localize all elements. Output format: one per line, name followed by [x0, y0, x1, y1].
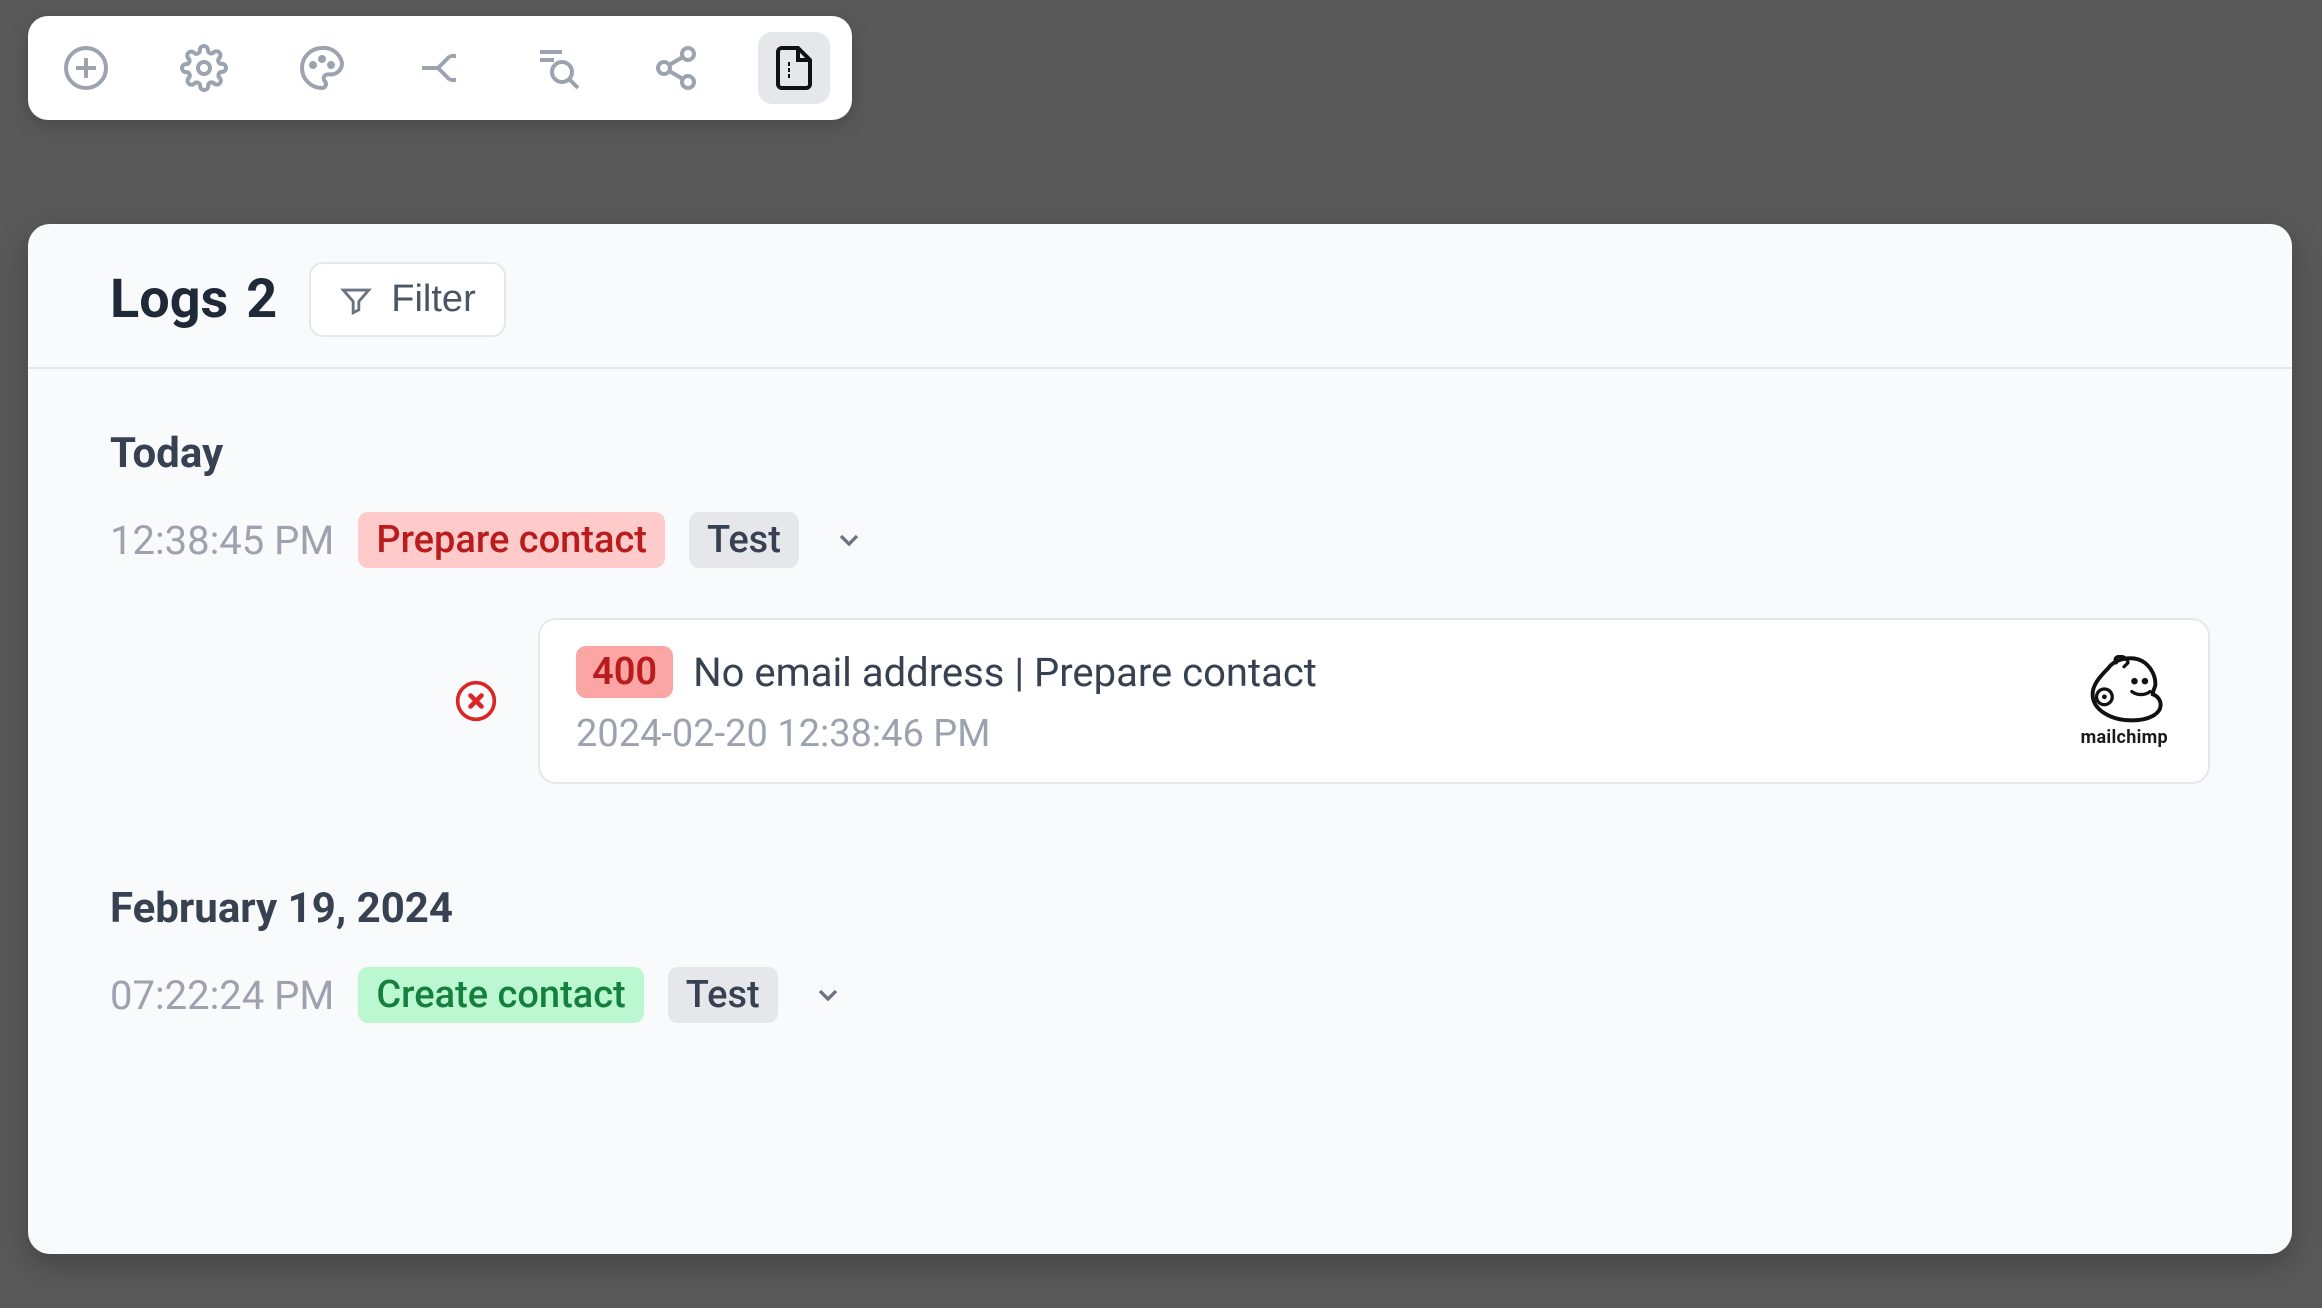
log-entry-time: 07:22:24 PM — [110, 972, 334, 1019]
filter-button[interactable]: Filter — [309, 262, 505, 337]
share-icon — [652, 44, 700, 92]
toolbar-add-button[interactable] — [50, 32, 122, 104]
toolbar-palette-button[interactable] — [286, 32, 358, 104]
log-entry-row[interactable]: 07:22:24 PM Create contact Test — [110, 967, 2210, 1023]
query-icon — [534, 44, 582, 92]
chevron-down-icon[interactable] — [833, 524, 865, 556]
log-detail-row: 400 No email address | Prepare contact 2… — [454, 618, 2210, 784]
panel-title-count: 2 — [246, 268, 277, 331]
panel-title: Logs 2 — [110, 268, 277, 331]
toolbar-split-button[interactable] — [404, 32, 476, 104]
log-entry-action-chip: Create contact — [358, 967, 643, 1023]
panel-title-text: Logs — [110, 268, 228, 331]
toolbar-share-button[interactable] — [640, 32, 712, 104]
logs-icon — [770, 44, 818, 92]
toolbar — [28, 16, 852, 120]
log-group-title: February 19, 2024 — [110, 884, 2210, 933]
filter-label: Filter — [391, 278, 475, 321]
log-entry-time: 12:38:45 PM — [110, 517, 334, 564]
panel-header: Logs 2 Filter — [28, 224, 2292, 369]
status-code: 400 — [576, 646, 673, 698]
detail-message: No email address | Prepare contact — [693, 649, 1317, 696]
provider-logo: mailchimp — [2081, 655, 2168, 748]
log-detail-card[interactable]: 400 No email address | Prepare contact 2… — [538, 618, 2210, 784]
palette-icon — [298, 44, 346, 92]
toolbar-query-button[interactable] — [522, 32, 594, 104]
log-group-title: Today — [110, 429, 2210, 478]
chevron-down-icon[interactable] — [812, 979, 844, 1011]
funnel-icon — [339, 283, 373, 317]
log-entry-action-chip: Prepare contact — [358, 512, 665, 568]
provider-name: mailchimp — [2081, 727, 2168, 748]
error-icon — [454, 679, 498, 723]
add-icon — [62, 44, 110, 92]
logs-panel: Logs 2 Filter Today 12:38:45 PM Prepare … — [28, 224, 2292, 1254]
mailchimp-icon — [2082, 655, 2166, 723]
gear-icon — [180, 44, 228, 92]
detail-timestamp: 2024-02-20 12:38:46 PM — [576, 712, 2055, 756]
logs-body: Today 12:38:45 PM Prepare contact Test 4… — [28, 369, 2292, 1113]
log-entry-tag-chip: Test — [689, 512, 799, 568]
toolbar-logs-button[interactable] — [758, 32, 830, 104]
toolbar-settings-button[interactable] — [168, 32, 240, 104]
split-icon — [416, 44, 464, 92]
log-entry-tag-chip: Test — [668, 967, 778, 1023]
log-entry-row[interactable]: 12:38:45 PM Prepare contact Test — [110, 512, 2210, 568]
